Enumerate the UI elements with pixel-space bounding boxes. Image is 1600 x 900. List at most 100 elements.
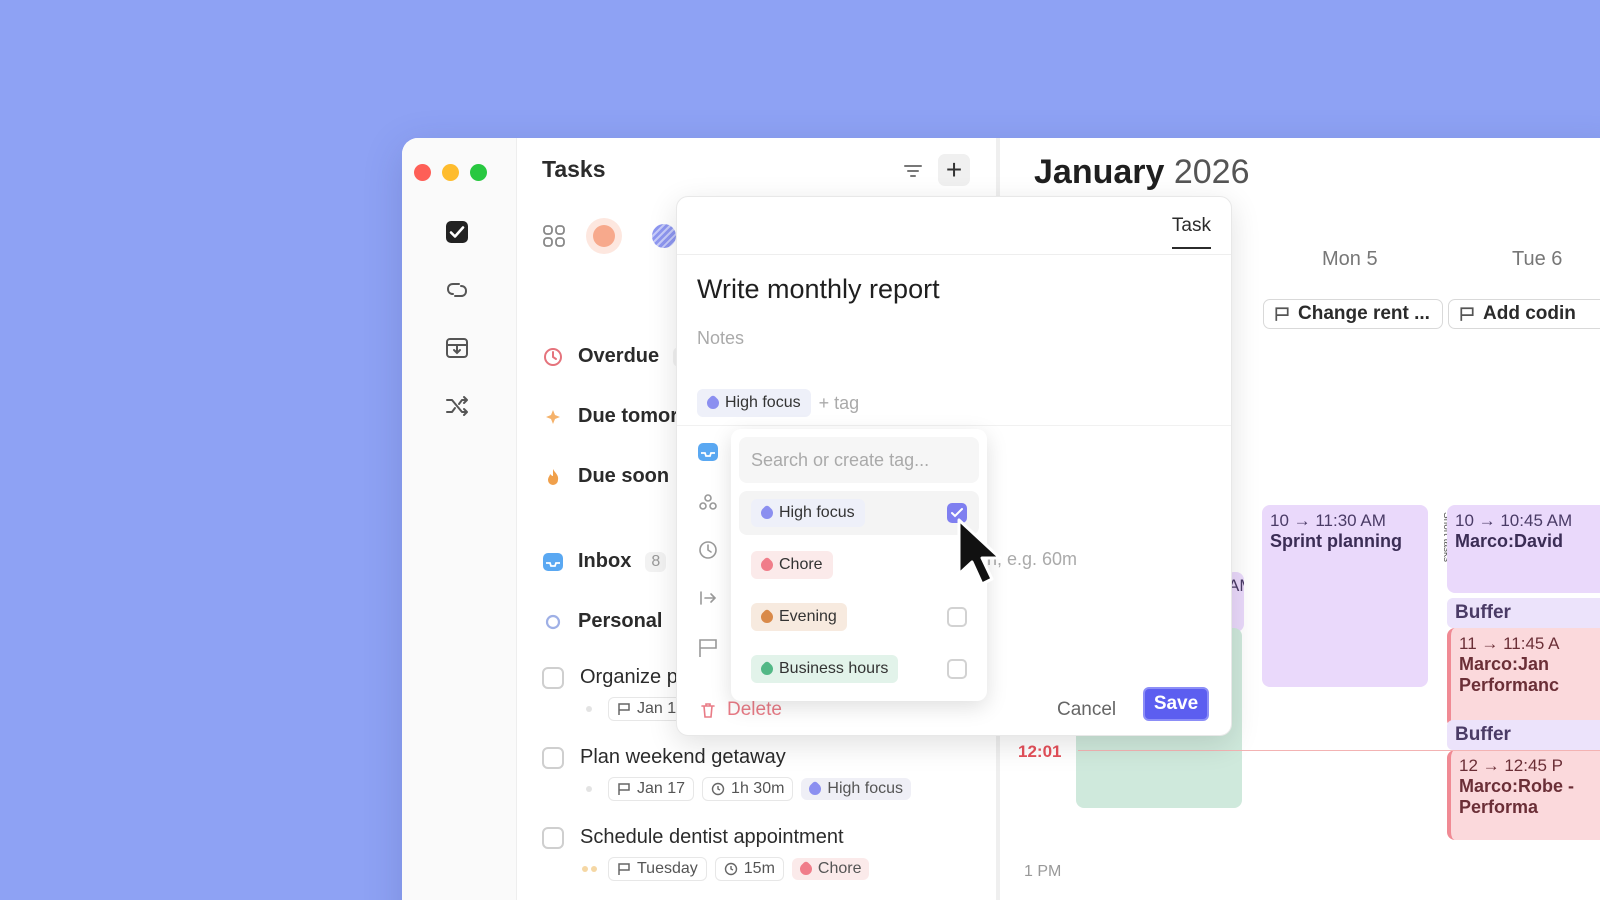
sparkle-icon [542,406,564,428]
calendar-event-marco-david[interactable]: 10 → 10:45 AM Marco:David [1447,505,1600,593]
calendar-event-marco-jan[interactable]: 11 → 11:45 A Marco:Jan Performanc [1447,628,1600,728]
event-name: Marco:Robe - Performa [1459,776,1575,817]
tag-option-business-hours[interactable]: Business hours [739,647,979,691]
color-filter-orange[interactable] [586,218,622,254]
links-icon[interactable] [443,276,471,304]
all-day-task-text: Add codin [1483,303,1576,324]
task-title: Plan weekend getaway [580,746,786,768]
inbox-icon [542,551,564,573]
task-editor-popover: Task Write monthly report Notes High foc… [676,196,1232,736]
group-label: Overdue [578,345,660,367]
task-item[interactable]: Schedule dentist appointment Tuesday 15m… [542,826,870,881]
tag-option-high-focus[interactable]: High focus [739,491,979,535]
calendar-event-marco-rob[interactable]: 12 → 12:45 P Marco:Robe - Performa [1447,750,1600,840]
event-time: 10 → 11:30 AM [1270,511,1386,530]
event-time: 11 → 11:45 A [1459,634,1560,653]
add-tag-button[interactable]: + tag [819,393,860,414]
group-personal[interactable]: Personal 6 [542,610,698,633]
group-overdue[interactable]: Overdue 3 [542,345,695,368]
tag-pill: Business hours [751,655,899,683]
start-date-icon[interactable] [697,587,719,609]
duration-text: 1h 30m [731,780,785,797]
tag-text: Chore [817,860,862,877]
circle-icon [542,611,564,633]
filter-icon[interactable] [902,160,930,188]
zoom-window-button[interactable] [470,164,487,181]
group-label: Personal [578,610,663,632]
tag-checkbox[interactable] [947,659,967,679]
flag-icon [618,863,630,875]
month-label: January [1034,153,1165,191]
task-checkbox[interactable] [542,746,564,769]
current-time-line [1078,750,1600,751]
tag-pill: Chore [751,551,833,579]
fire-icon [542,466,564,488]
inbox-tray-icon[interactable] [443,334,471,362]
delete-button[interactable]: Delete [699,699,782,721]
buffer-block[interactable]: Buffer [1447,598,1600,628]
duration-chip: 15m [714,857,784,881]
tag-checkbox[interactable] [947,607,967,627]
tag-text: High focus [827,780,904,797]
tag-icon [758,608,776,626]
tag-text: Evening [779,608,837,625]
shuffle-icon[interactable] [443,392,471,420]
calendar-month-title: January 2026 [1034,153,1250,192]
buffer-block[interactable]: Buffer [1447,720,1600,750]
clock-icon [711,782,725,796]
task-checkbox[interactable] [542,666,564,689]
notes-field[interactable]: Notes [697,328,744,349]
people-icon[interactable] [697,491,719,513]
event-name: Marco:David [1455,531,1564,551]
all-day-task-chip[interactable]: Add codin [1448,299,1600,329]
tag-icon [704,394,722,412]
divider [677,425,1231,426]
event-name: Marco:Jan Performanc [1459,654,1560,695]
minimize-window-button[interactable] [442,164,459,181]
grid-view-icon[interactable] [542,224,566,253]
clock-icon[interactable] [697,539,719,561]
inbox-list-icon[interactable] [697,441,719,463]
due-date-chip: Jan 17 [608,777,695,801]
group-label: Inbox [578,550,632,572]
task-title-input[interactable]: Write monthly report [697,274,940,305]
group-count: 8 [645,551,667,572]
tab-task[interactable]: Task [1171,215,1211,249]
group-due-soon[interactable]: Due soon [542,465,669,488]
tag-chip: Chore [791,858,870,880]
flag-icon [1275,307,1289,321]
tag-search-input[interactable] [739,437,979,483]
tasks-title: Tasks [542,156,606,182]
tasks-checkbox-icon[interactable] [443,218,471,246]
day-header-mon[interactable]: Mon 5 [1322,248,1378,271]
mouse-pointer-icon [957,518,1002,586]
tag-icon [758,504,776,522]
task-item[interactable]: Plan weekend getaway Jan 17 1h 30m High … [542,746,912,801]
clock-icon [724,862,737,876]
due-date-text: Tuesday [637,860,698,877]
tag-option-evening[interactable]: Evening [739,595,979,639]
add-task-button[interactable]: + [938,154,970,186]
close-window-button[interactable] [414,164,431,181]
color-filter-purple[interactable] [652,224,676,248]
task-checkbox[interactable] [542,826,564,849]
save-button[interactable]: Save [1143,687,1209,721]
flag-icon [618,703,630,715]
tag-icon [758,556,776,574]
group-inbox[interactable]: Inbox 8 [542,550,667,573]
event-name: Sprint planning [1270,531,1402,551]
task-item[interactable]: Organize ph Jan 18 [542,666,695,721]
tag-option-chore[interactable]: Chore [739,543,979,587]
tag-dropdown: High focus Chore Evening Business hours [731,429,987,701]
trash-icon [701,703,715,718]
calendar-event-sprint[interactable]: 10 → 11:30 AM Sprint planning [1262,505,1428,687]
all-day-task-text: Change rent ... [1298,303,1430,324]
tag-text: Business hours [779,660,889,677]
deadline-flag-icon[interactable] [697,637,719,659]
tag-text: High focus [725,394,801,411]
cancel-button[interactable]: Cancel [1057,699,1116,721]
selected-tag-pill[interactable]: High focus [697,389,811,417]
due-date-chip: Tuesday [608,857,707,881]
day-header-tue[interactable]: Tue 6 [1512,248,1562,271]
all-day-task-chip[interactable]: Change rent ... [1263,299,1443,329]
